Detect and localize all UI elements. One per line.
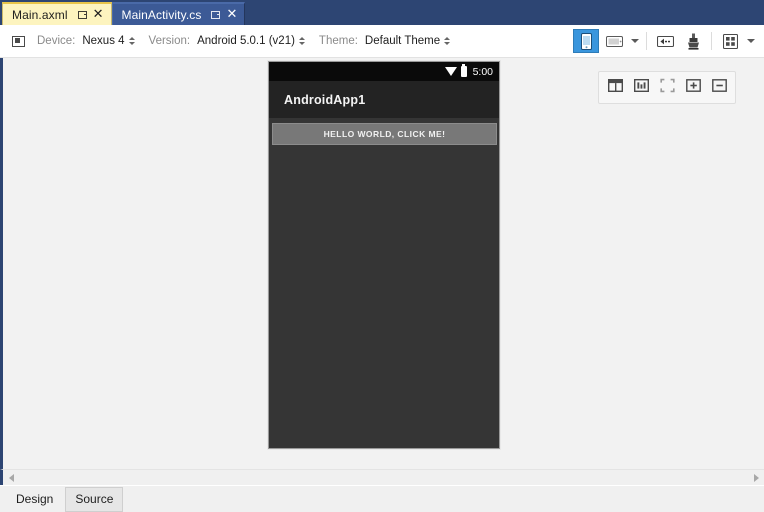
close-icon[interactable]: ✕ <box>93 8 104 21</box>
app-title: AndroidApp1 <box>284 92 366 107</box>
toolbar-overflow-button[interactable] <box>744 29 758 53</box>
theme-label: Theme: <box>318 35 358 47</box>
close-icon[interactable]: ✕ <box>226 8 237 21</box>
device-frame-icon <box>12 35 25 47</box>
device-selector[interactable]: Device: Nexus 4 <box>37 35 135 47</box>
device-label: Device: <box>37 35 76 47</box>
toolbar-separator <box>711 32 712 50</box>
zoom-in-button[interactable] <box>681 76 705 100</box>
editor-tab-actions: ✕ <box>77 8 104 21</box>
editor-tab-strip: Main.axml ✕ MainActivity.cs ✕ <box>0 0 764 25</box>
fit-width-icon <box>607 78 623 98</box>
spinner-updown-icon[interactable] <box>298 37 305 45</box>
visual-studio-android-designer: Main.axml ✕ MainActivity.cs ✕ Device: Ne… <box>0 0 764 512</box>
phone-portrait-icon <box>580 32 593 50</box>
designer-toolbar: Device: Nexus 4 Version: Android 5.0.1 (… <box>0 25 764 58</box>
tab-design[interactable]: Design <box>6 487 63 512</box>
battery-icon <box>460 64 467 77</box>
zoom-out-button[interactable] <box>707 76 731 100</box>
grid-icon <box>722 33 738 49</box>
theme-brush-button[interactable] <box>680 29 706 53</box>
paint-brush-icon <box>687 33 700 50</box>
actual-size-icon <box>633 78 649 98</box>
arrow-right-icon[interactable] <box>748 470 764 486</box>
zoom-to-fit-button[interactable] <box>655 76 679 100</box>
status-bar-time: 5:00 <box>472 65 493 78</box>
zoom-to-fit-width-button[interactable] <box>603 76 627 100</box>
editor-tab-actions: ✕ <box>211 8 237 21</box>
theme-selector[interactable]: Theme: Default Theme <box>318 35 451 47</box>
chevron-down-icon <box>631 39 639 43</box>
minus-box-icon <box>711 78 727 98</box>
editor-tab-label: MainActivity.cs <box>121 7 202 22</box>
device-preview-frame[interactable]: 5:00 AndroidApp1 HELLO WORLD, CLICK ME! <box>268 61 500 449</box>
zoom-to-actual-size-button[interactable] <box>629 76 653 100</box>
toolbar-separator <box>646 32 647 50</box>
grid-toggle-button[interactable] <box>717 29 743 53</box>
designer-toolbar-left: Device: Nexus 4 Version: Android 5.0.1 (… <box>12 35 572 47</box>
wifi-signal-icon <box>444 66 457 76</box>
orientation-dropdown-button[interactable] <box>628 29 642 53</box>
spinner-updown-icon[interactable] <box>128 37 135 45</box>
layout-content-area[interactable]: HELLO WORLD, CLICK ME! <box>269 118 499 145</box>
phone-landscape-icon <box>605 35 623 48</box>
rtl-arrow-icon <box>656 35 674 48</box>
canvas-zoom-toolbar <box>598 71 736 104</box>
scrollbar-track[interactable] <box>19 469 748 486</box>
hello-world-button[interactable]: HELLO WORLD, CLICK ME! <box>272 123 497 145</box>
fit-screen-icon <box>659 78 675 98</box>
editor-tab-label: Main.axml <box>12 7 68 22</box>
version-selector[interactable]: Version: Android 5.0.1 (v21) <box>149 35 305 47</box>
arrow-left-icon[interactable] <box>3 470 19 486</box>
tab-source[interactable]: Source <box>65 486 124 512</box>
version-value: Android 5.0.1 (v21) <box>197 35 295 47</box>
hello-world-button-label: HELLO WORLD, CLICK ME! <box>323 129 446 139</box>
pin-icon[interactable] <box>211 10 221 19</box>
plus-box-icon <box>685 78 701 98</box>
editor-tab-main-axml[interactable]: Main.axml ✕ <box>2 2 112 25</box>
designer-canvas-area: 5:00 AndroidApp1 HELLO WORLD, CLICK ME! <box>0 58 764 469</box>
designer-toolbar-right <box>572 29 758 53</box>
device-value: Nexus 4 <box>82 35 125 47</box>
spinner-updown-icon[interactable] <box>444 37 451 45</box>
version-label: Version: <box>148 35 191 47</box>
portrait-orientation-button[interactable] <box>573 29 599 53</box>
editor-tab-mainactivity-cs[interactable]: MainActivity.cs ✕ <box>111 2 246 25</box>
android-status-bar: 5:00 <box>269 62 499 81</box>
canvas-horizontal-scrollbar[interactable] <box>0 469 764 486</box>
android-app-bar: AndroidApp1 <box>269 81 499 118</box>
rtl-layout-direction-button[interactable] <box>652 29 678 53</box>
pin-icon[interactable] <box>77 10 87 19</box>
designer-view-tabs: Design Source <box>0 485 764 512</box>
theme-value: Default Theme <box>364 35 441 47</box>
landscape-orientation-button[interactable] <box>601 29 627 53</box>
chevron-down-icon <box>747 39 755 43</box>
designer-canvas[interactable]: 5:00 AndroidApp1 HELLO WORLD, CLICK ME! <box>3 58 764 469</box>
